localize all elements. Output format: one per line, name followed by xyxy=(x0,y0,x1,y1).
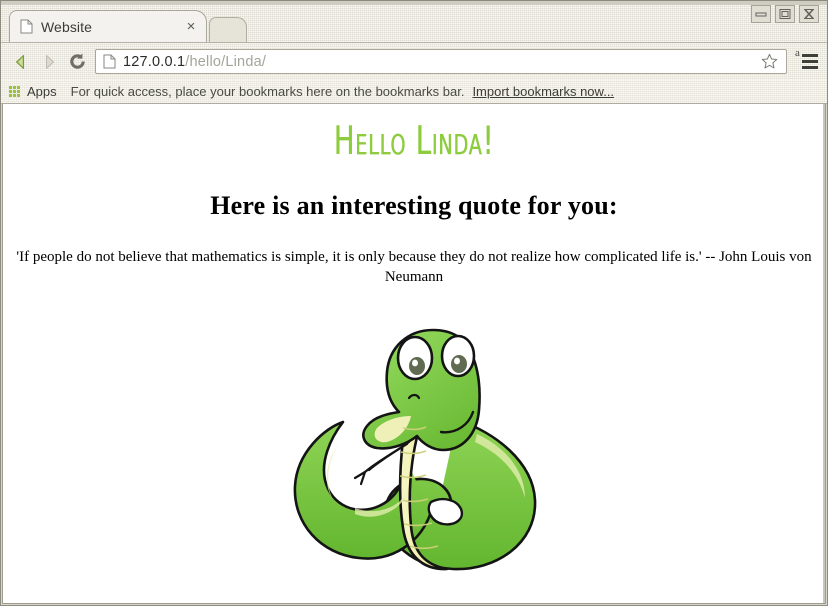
maximize-button[interactable] xyxy=(775,5,795,23)
snake-image xyxy=(11,312,817,577)
back-button[interactable] xyxy=(7,48,35,76)
url-host: 127.0.0.1 xyxy=(123,53,186,70)
bookmarks-bar: Apps For quick access, place your bookma… xyxy=(1,80,827,104)
url-path: /hello/Linda/ xyxy=(185,53,267,70)
forward-arrow-icon xyxy=(46,54,54,69)
page-greeting-heading: Hello Linda! xyxy=(333,117,495,164)
quote-text: 'If people do not believe that mathemati… xyxy=(16,248,812,285)
apps-button[interactable]: Apps xyxy=(9,84,57,99)
apps-label: Apps xyxy=(27,84,57,99)
chrome-menu-button[interactable]: a xyxy=(791,47,821,77)
close-button[interactable] xyxy=(799,5,819,23)
new-tab-button[interactable] xyxy=(209,17,247,42)
page-scrollbar[interactable] xyxy=(823,104,825,603)
import-bookmarks-link[interactable]: Import bookmarks now... xyxy=(472,84,614,99)
reload-icon xyxy=(69,53,85,69)
page-icon xyxy=(103,54,116,69)
star-icon[interactable] xyxy=(757,53,782,70)
back-arrow-icon xyxy=(16,54,24,69)
menu-superscript-label: a xyxy=(795,46,800,59)
address-bar[interactable]: 127.0.0.1/hello/Linda/ xyxy=(95,49,787,74)
minimize-button[interactable] xyxy=(751,5,771,23)
forward-button xyxy=(35,48,63,76)
tab-strip: Website × xyxy=(1,1,827,43)
window-controls xyxy=(751,5,819,23)
page-viewport: Hello Linda! Here is an interesting quot… xyxy=(2,104,826,604)
tab-close-icon[interactable]: × xyxy=(182,18,200,36)
tab-title: Website xyxy=(41,18,93,35)
reload-button[interactable] xyxy=(63,48,91,76)
apps-grid-icon xyxy=(9,85,21,98)
tab-website[interactable]: Website × xyxy=(9,10,207,42)
cartoon-green-snake-illustration xyxy=(293,328,537,571)
page-icon xyxy=(20,19,33,34)
url-text: 127.0.0.1/hello/Linda/ xyxy=(123,54,757,70)
navigation-toolbar: 127.0.0.1/hello/Linda/ a xyxy=(1,43,827,80)
page-content: Hello Linda! Here is an interesting quot… xyxy=(3,104,825,603)
browser-window: Website × 127.0.0.1/hello/Linda/ a Apps … xyxy=(0,0,828,606)
bookmarks-hint: For quick access, place your bookmarks h… xyxy=(70,84,465,99)
page-subtitle-heading: Here is an interesting quote for you: xyxy=(210,190,618,220)
hamburger-menu-icon xyxy=(802,53,818,72)
